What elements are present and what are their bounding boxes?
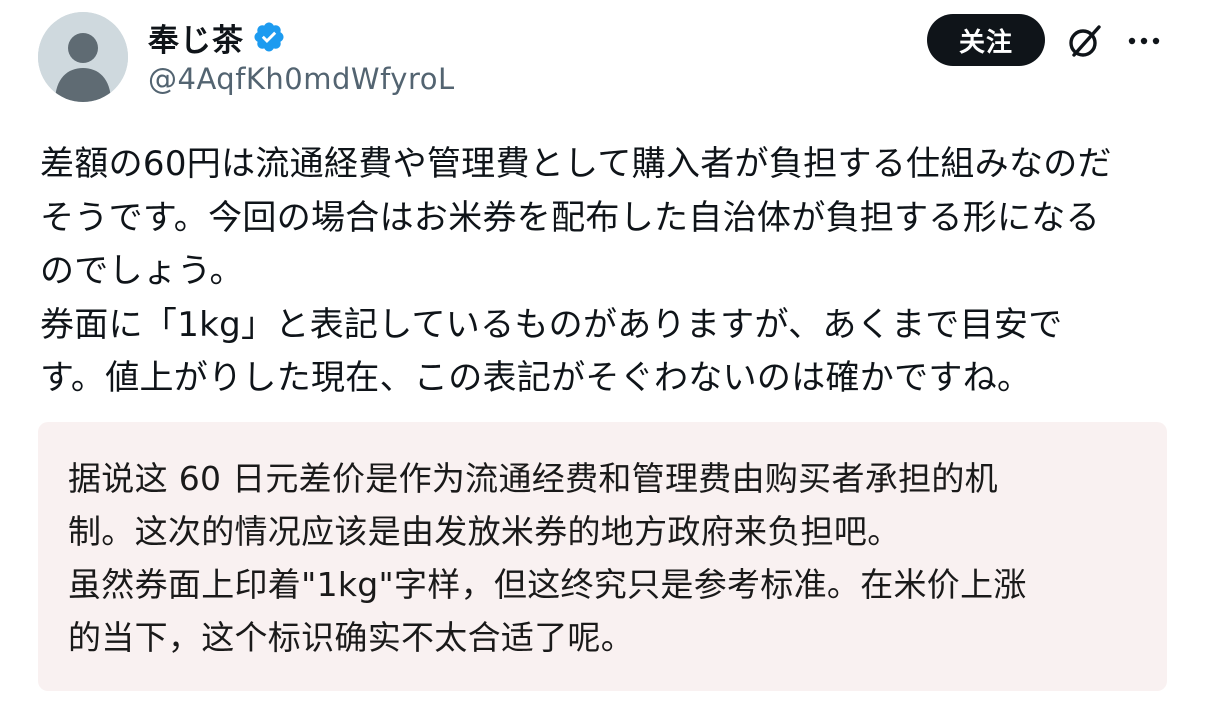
tweet-text: 差額の60円は流通経費や管理費として購入者が負担する仕組みなのだ そうです。今回… — [40, 144, 1112, 398]
more-options-icon[interactable] — [1124, 22, 1164, 60]
grok-icon[interactable] — [1066, 22, 1104, 60]
translation-text: 据说这 60 日元差价是作为流通经费和管理费由购买者承担的机 制。这次的情况应该… — [68, 459, 1027, 657]
verified-badge-icon — [254, 22, 284, 52]
author-name-row: 奉じ茶 — [148, 14, 286, 60]
follow-button[interactable]: 关注 — [927, 14, 1045, 66]
author-display-name[interactable]: 奉じ茶 — [148, 15, 244, 60]
avatar[interactable] — [38, 12, 128, 102]
author-handle[interactable]: @4AqfKh0mdWfyroL — [148, 62, 455, 96]
default-avatar-icon — [38, 12, 128, 102]
translation-box: 据说这 60 日元差价是作为流通经费和管理费由购买者承担的机 制。这次的情况应该… — [38, 422, 1167, 691]
